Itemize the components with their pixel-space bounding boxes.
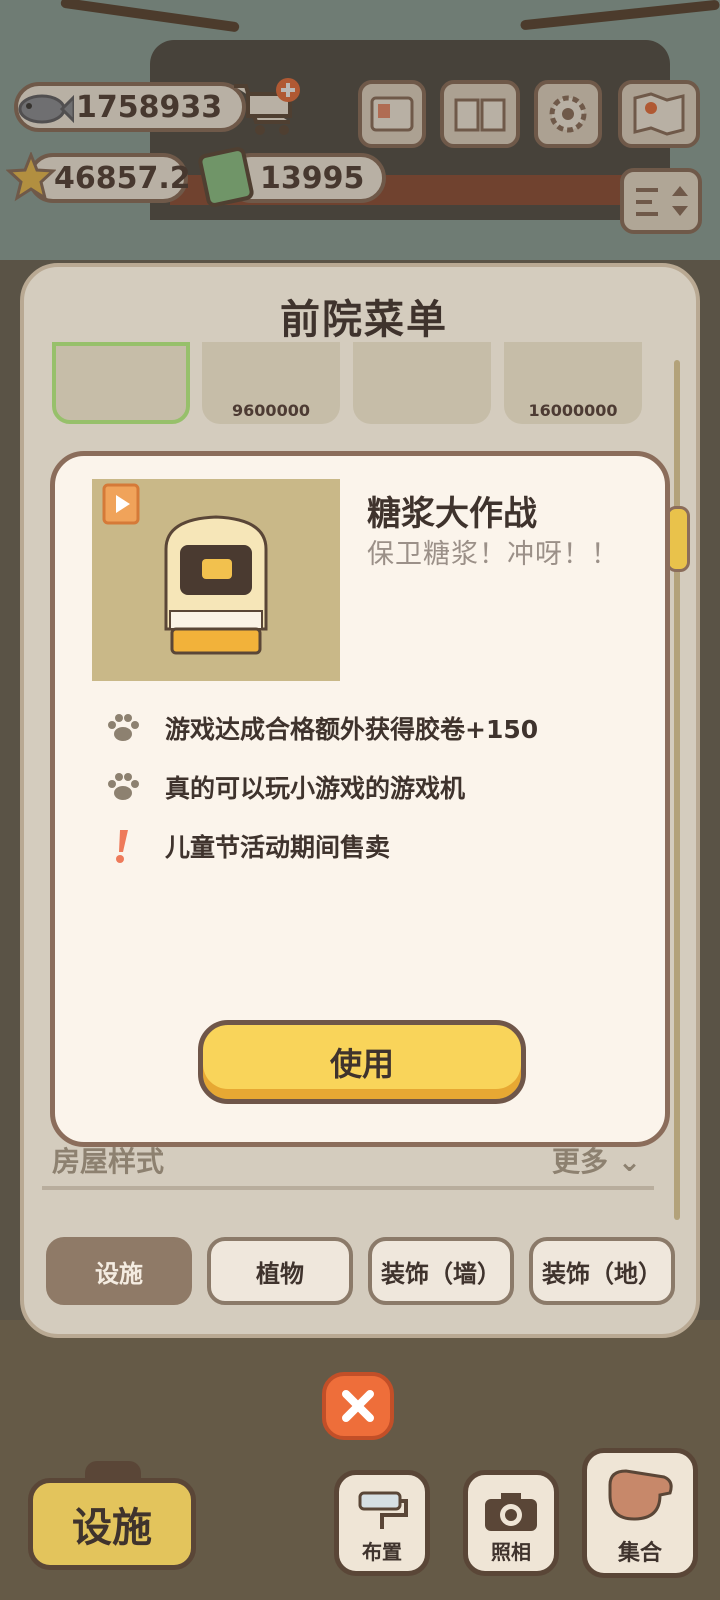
close-button[interactable]	[322, 1372, 394, 1440]
photo-button[interactable]: 照相	[463, 1470, 559, 1576]
paw-icon	[108, 773, 139, 800]
tab-wall-decor[interactable]: 装饰（墙）	[368, 1237, 514, 1305]
facilities-mode-button[interactable]: 设施	[28, 1461, 196, 1570]
item-price: 16000000	[528, 401, 618, 420]
layout-label: 布置	[362, 1540, 402, 1564]
item-thumbnail[interactable]: 9600000	[202, 342, 340, 424]
photo-label: 照相	[491, 1540, 531, 1564]
feature-text: 儿童节活动期间售卖	[165, 833, 391, 862]
item-price: 9600000	[232, 401, 310, 420]
exclamation-icon	[116, 830, 128, 863]
tab-facilities[interactable]: 设施	[46, 1237, 192, 1305]
paw-icon	[108, 714, 139, 741]
scrollbar-track[interactable]	[674, 360, 680, 1220]
more-link-label: 更多	[552, 1145, 609, 1178]
facilities-mode-label: 设施	[72, 1505, 152, 1551]
feature-text: 真的可以玩小游戏的游戏机	[165, 774, 466, 803]
item-thumbnail[interactable]: 16000000	[504, 342, 642, 424]
tab-plants[interactable]: 植物	[207, 1237, 353, 1305]
gather-button[interactable]: 集合	[582, 1448, 698, 1578]
paint-roller-icon	[358, 1491, 408, 1529]
layout-button[interactable]: 布置	[334, 1470, 430, 1576]
camera-icon	[485, 1493, 537, 1531]
feature-text: 游戏达成合格额外获得胶卷+150	[165, 715, 539, 744]
item-detail-card: 糖浆大作战 保卫糖浆！冲呀！！ 游戏达成合格额外获得胶卷+150 真的可以玩小游…	[50, 451, 670, 1147]
divider	[42, 1186, 654, 1190]
item-thumbnail[interactable]	[52, 342, 190, 424]
item-subtitle: 保卫糖浆！冲呀！！	[367, 539, 619, 570]
item-title: 糖浆大作战	[367, 494, 537, 534]
panel-title: 前院菜单	[280, 297, 448, 343]
gather-label: 集合	[617, 1541, 662, 1566]
tab-floor-decor[interactable]: 装饰（地）	[529, 1237, 675, 1305]
close-icon	[342, 1390, 374, 1422]
chevron-down-icon: ⌄	[617, 1145, 642, 1178]
use-button[interactable]: 使用	[198, 1020, 526, 1104]
arcade-machine-image	[92, 479, 340, 681]
item-thumbnail[interactable]	[353, 342, 491, 424]
whistle-icon	[608, 1469, 673, 1521]
